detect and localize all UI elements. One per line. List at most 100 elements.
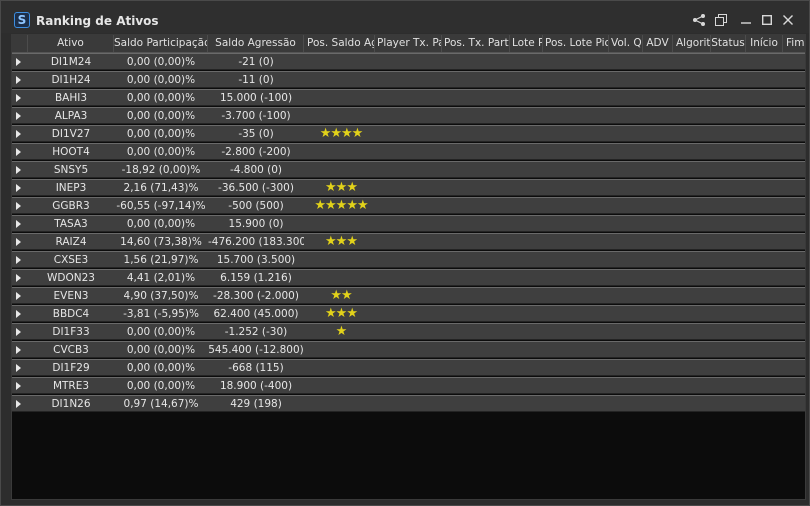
column-header-fim[interactable]: Fim bbox=[783, 35, 805, 52]
table-row[interactable]: DI1F29 0,00 (0,00)% -668 (115) bbox=[12, 359, 805, 376]
table-row[interactable]: DI1V27 0,00 (0,00)% -35 (0) ★★★★ bbox=[12, 125, 805, 142]
cell-saldo-agressao: -3.700 (-100) bbox=[221, 110, 291, 122]
column-header-pos-saldo-ag[interactable]: Pos. Saldo Ag bbox=[304, 35, 375, 52]
cell-saldo-agressao: 545.400 (-12.800) bbox=[208, 344, 304, 356]
column-header-pos-lote-pior[interactable]: Pos. Lote Pior bbox=[543, 35, 609, 52]
column-header-saldo-participacao[interactable]: Saldo Participação bbox=[114, 35, 208, 52]
rating-stars bbox=[302, 252, 380, 268]
rating-stars: ★★★ bbox=[325, 180, 358, 195]
expand-row-icon[interactable] bbox=[16, 310, 21, 318]
rating-stars bbox=[302, 144, 380, 160]
table-row[interactable]: DI1M24 0,00 (0,00)% -21 (0) bbox=[12, 53, 805, 70]
cell-ativo: INEP3 bbox=[55, 182, 87, 194]
expand-row-icon[interactable] bbox=[16, 94, 21, 102]
expand-row-icon[interactable] bbox=[16, 76, 21, 84]
expand-row-icon[interactable] bbox=[16, 112, 21, 120]
expand-row-icon[interactable] bbox=[16, 148, 21, 156]
expand-row-icon[interactable] bbox=[16, 202, 21, 210]
table-row[interactable]: SNSY5 -18,92 (0,00)% -4.800 (0) bbox=[12, 161, 805, 178]
table-row[interactable]: CXSE3 1,56 (21,97)% 15.700 (3.500) bbox=[12, 251, 805, 268]
expand-row-icon[interactable] bbox=[16, 130, 21, 138]
expand-row-icon[interactable] bbox=[16, 220, 21, 228]
table-row[interactable]: EVEN3 4,90 (37,50)% -28.300 (-2.000) ★★ bbox=[12, 287, 805, 304]
cell-saldo-participacao: 0,00 (0,00)% bbox=[126, 146, 196, 158]
expand-row-icon[interactable] bbox=[16, 328, 21, 336]
cell-ativo: DI1M24 bbox=[50, 56, 92, 68]
table-row[interactable]: WDON23 4,41 (2,01)% 6.159 (1.216) bbox=[12, 269, 805, 286]
expand-row-icon[interactable] bbox=[16, 346, 21, 354]
cell-ativo: BAHI3 bbox=[54, 92, 88, 104]
table-row[interactable]: CVCB3 0,00 (0,00)% 545.400 (-12.800) bbox=[12, 341, 805, 358]
table-row[interactable]: BAHI3 0,00 (0,00)% 15.000 (-100) bbox=[12, 89, 805, 106]
cell-saldo-agressao: 6.159 (1.216) bbox=[220, 272, 292, 284]
table-row[interactable]: DI1H24 0,00 (0,00)% -11 (0) bbox=[12, 71, 805, 88]
popout-button[interactable] bbox=[713, 12, 729, 28]
rating-stars bbox=[302, 108, 380, 124]
cell-saldo-participacao: 0,00 (0,00)% bbox=[126, 74, 196, 86]
expand-row-icon[interactable] bbox=[16, 364, 21, 372]
table-row[interactable]: BBDC4 -3,81 (-5,95)% 62.400 (45.000) ★★★ bbox=[12, 305, 805, 322]
rating-stars: ★★ bbox=[330, 288, 352, 303]
cell-saldo-agressao: 15.700 (3.500) bbox=[216, 254, 296, 266]
table-row[interactable]: GGBR3 -60,55 (-97,14)% -500 (500) ★★★★★ bbox=[12, 197, 805, 214]
cell-ativo: SNSY5 bbox=[53, 164, 89, 176]
cell-saldo-participacao: 2,16 (71,43)% bbox=[123, 182, 199, 194]
cell-ativo: DI1H24 bbox=[51, 74, 91, 86]
cell-ativo: WDON23 bbox=[47, 272, 95, 284]
cell-ativo: CXSE3 bbox=[53, 254, 89, 266]
column-header-algoritmo[interactable]: Algoriti bbox=[673, 35, 711, 52]
cell-ativo: HOOT4 bbox=[52, 146, 90, 158]
rating-stars: ★ bbox=[335, 324, 348, 339]
expand-row-icon[interactable] bbox=[16, 238, 21, 246]
table-row[interactable]: RAIZ4 14,60 (73,38)% -476.200 (183.300) ★★★ bbox=[12, 233, 805, 250]
share-icon bbox=[693, 14, 705, 26]
close-button[interactable] bbox=[780, 12, 796, 28]
column-header-lote-pior[interactable]: Lote Pi bbox=[510, 35, 543, 52]
rating-stars bbox=[302, 54, 380, 70]
maximize-button[interactable] bbox=[759, 12, 775, 28]
expand-row-icon[interactable] bbox=[16, 58, 21, 66]
cell-saldo-agressao: -35 (0) bbox=[238, 128, 274, 140]
cell-saldo-participacao: 4,41 (2,01)% bbox=[126, 272, 196, 284]
rating-stars bbox=[302, 360, 380, 376]
cell-saldo-participacao: 14,60 (73,38)% bbox=[120, 236, 202, 248]
column-header-saldo-agressao[interactable]: Saldo Agressão bbox=[208, 35, 304, 52]
table-row[interactable]: DI1F33 0,00 (0,00)% -1.252 (-30) ★ bbox=[12, 323, 805, 340]
column-header-ativo[interactable]: Ativo bbox=[28, 35, 114, 52]
popout-icon bbox=[715, 14, 727, 26]
table-row[interactable]: ALPA3 0,00 (0,00)% -3.700 (-100) bbox=[12, 107, 805, 124]
column-header-player-tx[interactable]: Player Tx. Pa bbox=[375, 35, 442, 52]
column-header-pos-tx-parti[interactable]: Pos. Tx. Parti bbox=[442, 35, 510, 52]
cell-saldo-participacao: 0,00 (0,00)% bbox=[126, 110, 196, 122]
column-header-vol-qu[interactable]: Vol. Qu bbox=[609, 35, 643, 52]
expand-row-icon[interactable] bbox=[16, 400, 21, 408]
cell-saldo-participacao: 0,97 (14,67)% bbox=[123, 398, 199, 410]
cell-saldo-participacao: -60,55 (-97,14)% bbox=[116, 200, 206, 212]
window-title: Ranking de Ativos bbox=[36, 14, 159, 28]
expand-row-icon[interactable] bbox=[16, 256, 21, 264]
minimize-button[interactable] bbox=[738, 12, 754, 28]
minimize-icon bbox=[741, 22, 751, 24]
table-row[interactable]: MTRE3 0,00 (0,00)% 18.900 (-400) bbox=[12, 377, 805, 394]
title-bar[interactable]: S Ranking de Ativos bbox=[1, 1, 809, 33]
expand-row-icon[interactable] bbox=[16, 274, 21, 282]
column-header-adv[interactable]: ADV bbox=[643, 35, 673, 52]
expand-row-icon[interactable] bbox=[16, 382, 21, 390]
table-row[interactable]: HOOT4 0,00 (0,00)% -2.800 (-200) bbox=[12, 143, 805, 160]
expand-row-icon[interactable] bbox=[16, 292, 21, 300]
share-button[interactable] bbox=[691, 12, 707, 28]
table-row[interactable]: INEP3 2,16 (71,43)% -36.500 (-300) ★★★ bbox=[12, 179, 805, 196]
cell-saldo-agressao: -476.200 (183.300) bbox=[208, 236, 304, 248]
table-row[interactable]: DI1N26 0,97 (14,67)% 429 (198) bbox=[12, 395, 805, 412]
column-header-inicio[interactable]: Início bbox=[746, 35, 783, 52]
column-header-status[interactable]: Status bbox=[711, 35, 746, 52]
cell-saldo-participacao: -18,92 (0,00)% bbox=[121, 164, 201, 176]
column-header-expander[interactable] bbox=[12, 35, 28, 52]
cell-saldo-agressao: -36.500 (-300) bbox=[218, 182, 294, 194]
cell-saldo-agressao: -11 (0) bbox=[238, 74, 274, 86]
cell-saldo-agressao: -28.300 (-2.000) bbox=[213, 290, 299, 302]
table-row[interactable]: TASA3 0,00 (0,00)% 15.900 (0) bbox=[12, 215, 805, 232]
expand-row-icon[interactable] bbox=[16, 166, 21, 174]
expand-row-icon[interactable] bbox=[16, 184, 21, 192]
cell-saldo-participacao: 0,00 (0,00)% bbox=[126, 326, 196, 338]
